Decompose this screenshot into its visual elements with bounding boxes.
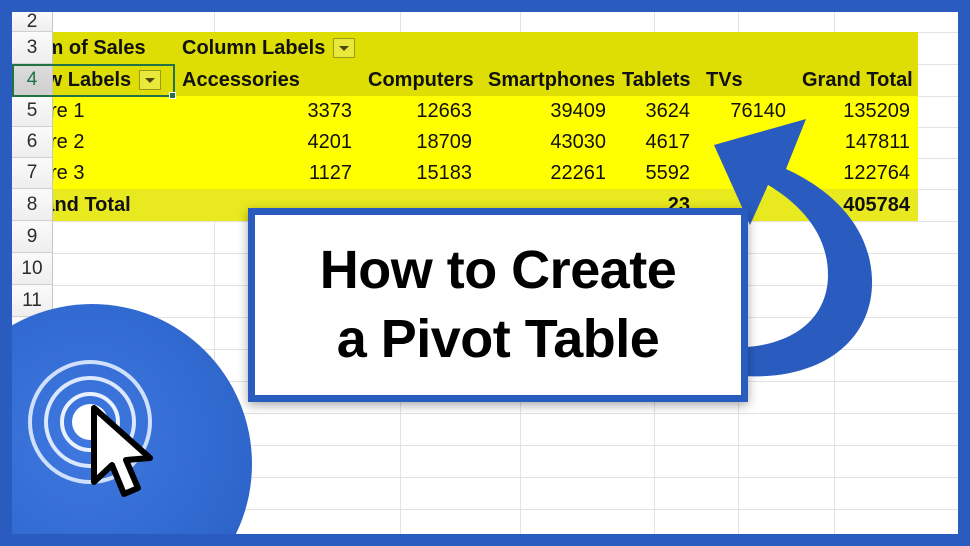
cell-store1-grand-total: 135209 xyxy=(843,100,910,122)
table-row: Store 2 4201 18709 43030 4617 147811 xyxy=(12,127,918,158)
cell-store3-computers: 15183 xyxy=(416,162,472,184)
cell-store3-smartphones: 22261 xyxy=(550,162,606,184)
row-header-6[interactable]: 6 xyxy=(12,127,52,158)
chevron-down-icon xyxy=(145,77,156,83)
cell-store1-tablets: 3624 xyxy=(645,100,691,122)
col-header-computers[interactable]: Computers xyxy=(360,64,480,96)
pivot-table: Sum of Sales Column Labels Row Labels Ac… xyxy=(12,32,918,221)
mouse-cursor-icon xyxy=(91,405,153,497)
title-line-1: How to Create xyxy=(319,239,677,300)
column-labels-text: Column Labels xyxy=(182,36,326,59)
cell-store1-computers: 12663 xyxy=(416,100,472,122)
cell-store2-computers: 18709 xyxy=(416,131,472,153)
fill-handle[interactable] xyxy=(169,92,176,99)
col-header-tvs[interactable]: TVs xyxy=(698,64,794,96)
row-header-3[interactable]: 3 xyxy=(12,32,52,64)
cell-store2-accessories: 4201 xyxy=(307,131,353,153)
column-labels-filter-button[interactable] xyxy=(333,38,356,58)
cell-total-grand-total: 405784 xyxy=(843,193,910,216)
table-row: Store 3 1127 15183 22261 5592 122764 xyxy=(12,158,918,189)
row-header-9[interactable]: 9 xyxy=(12,221,52,253)
row-labels-filter-button[interactable] xyxy=(139,70,162,90)
row-header-8[interactable]: 8 xyxy=(12,189,52,221)
col-header-grand-total[interactable]: Grand Total xyxy=(794,64,918,96)
cell-store1-accessories: 3373 xyxy=(307,100,353,122)
row-header-2[interactable]: 2 xyxy=(12,12,52,32)
row-header-7[interactable]: 7 xyxy=(12,158,52,189)
cell-store3-tvs xyxy=(698,158,794,189)
cell-store2-tvs xyxy=(698,127,794,158)
cell-store2-grand-total: 147811 xyxy=(844,131,910,153)
cell-store1-smartphones: 39409 xyxy=(550,100,606,122)
pivot-column-labels-cell[interactable]: Column Labels xyxy=(174,32,918,64)
title-line-2: a Pivot Table xyxy=(336,309,660,369)
pivot-header-row-1: Sum of Sales Column Labels xyxy=(12,32,918,64)
table-row: Store 1 3373 12663 39409 3624 76140 1352… xyxy=(12,96,918,127)
cell-store3-tablets: 5592 xyxy=(645,162,691,184)
row-header-5[interactable]: 5 xyxy=(12,96,52,127)
cell-store3-accessories: 1127 xyxy=(308,162,352,184)
chevron-down-icon xyxy=(339,45,350,51)
video-thumbnail-frame: 23456789101112 Sum of Sales Column Label… xyxy=(0,0,970,546)
col-header-tablets[interactable]: Tablets xyxy=(614,64,698,96)
cell-store3-grand-total: 122764 xyxy=(843,162,910,184)
cell-store2-smartphones: 43030 xyxy=(550,131,606,153)
pivot-header-row-2: Row Labels Accessories Computers Smartph… xyxy=(12,64,918,96)
title-card: How to Create a Pivot Table xyxy=(248,208,748,402)
spreadsheet-canvas: 23456789101112 Sum of Sales Column Label… xyxy=(12,12,958,534)
cell-store2-tablets: 4617 xyxy=(645,131,691,153)
col-header-smartphones[interactable]: Smartphones xyxy=(480,64,614,96)
row-header-4[interactable]: 4 xyxy=(12,64,52,96)
row-header-10[interactable]: 10 xyxy=(12,253,52,285)
cell-store1-tvs: 76140 xyxy=(730,100,786,122)
col-header-accessories[interactable]: Accessories xyxy=(174,64,360,96)
